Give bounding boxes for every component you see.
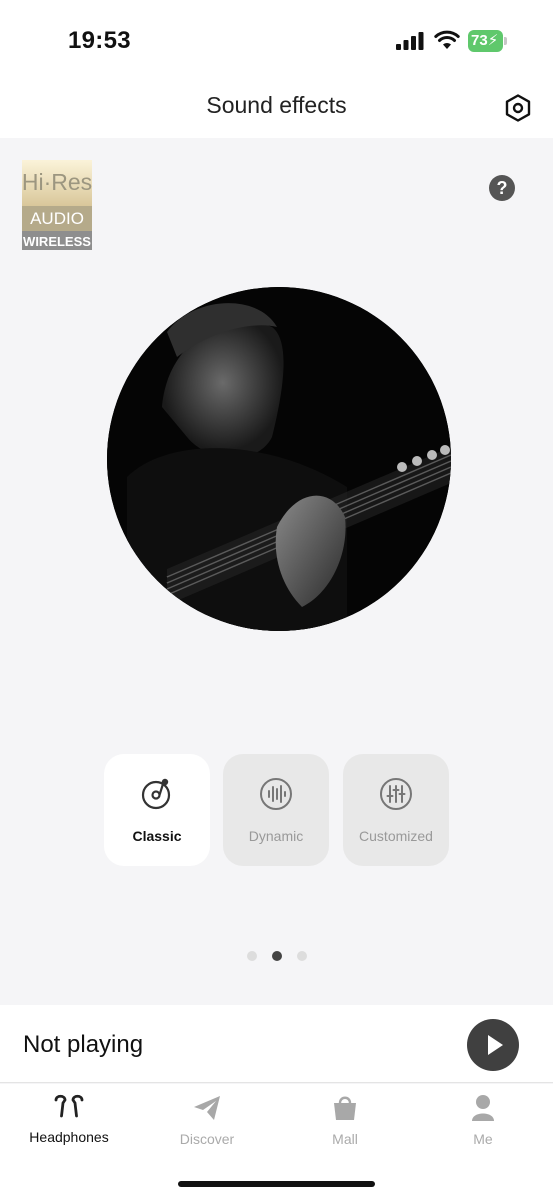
- tab-discover[interactable]: Discover: [138, 1094, 276, 1154]
- status-time: 19:53: [68, 27, 131, 54]
- nav-header: Sound effects: [0, 80, 553, 138]
- badge-line2: AUDIO: [30, 209, 84, 228]
- tab-label-headphones: Headphones: [29, 1129, 109, 1145]
- battery-indicator: 73⚡: [468, 30, 508, 52]
- sound-effect-artwork: [107, 287, 451, 631]
- battery-level: 73: [471, 32, 488, 49]
- help-button[interactable]: ?: [489, 175, 515, 201]
- tab-mall[interactable]: Mall: [276, 1094, 414, 1154]
- tab-label-mall: Mall: [332, 1131, 358, 1147]
- mode-label-dynamic: Dynamic: [248, 828, 304, 844]
- equalizer-icon: [380, 778, 412, 810]
- badge-line1: Hi·Res: [22, 169, 92, 195]
- mode-card-classic[interactable]: Classic: [104, 754, 210, 866]
- playback-status: Not playing: [23, 1031, 144, 1058]
- page-dot-1[interactable]: [247, 951, 257, 961]
- mode-card-customized[interactable]: Customized: [343, 754, 449, 866]
- hi-res-audio-wireless-logo: Hi·Res AUDIO WIRELESS: [22, 160, 92, 250]
- vinyl-note-icon: [141, 778, 171, 810]
- page-indicator: [245, 951, 309, 963]
- home-indicator: [178, 1181, 375, 1187]
- guitarist-photo: [107, 287, 451, 631]
- mode-label-classic: Classic: [132, 828, 182, 844]
- page-dot-3[interactable]: [297, 951, 307, 961]
- status-bar: 19:53 73⚡: [0, 0, 553, 80]
- charging-bolt-icon: ⚡: [487, 32, 499, 49]
- play-icon: [488, 1035, 503, 1055]
- settings-hexagon-icon[interactable]: [502, 92, 534, 124]
- mode-card-dynamic[interactable]: Dynamic: [223, 754, 329, 866]
- tab-me[interactable]: Me: [414, 1094, 552, 1154]
- tab-label-me: Me: [473, 1131, 493, 1147]
- shopping-bag-icon: [334, 1096, 356, 1120]
- now-playing-bar[interactable]: Not playing: [0, 1005, 553, 1083]
- tab-headphones[interactable]: Headphones: [0, 1094, 138, 1154]
- earbuds-icon: [54, 1094, 84, 1118]
- play-button[interactable]: [467, 1019, 519, 1071]
- mode-label-customized: Customized: [359, 828, 433, 844]
- tab-label-discover: Discover: [179, 1131, 235, 1147]
- badge-line3: WIRELESS: [23, 234, 91, 249]
- wifi-icon: [434, 30, 460, 49]
- page-dot-2[interactable]: [272, 951, 282, 961]
- person-icon: [472, 1095, 494, 1121]
- page-title: Sound effects: [206, 92, 347, 118]
- paper-plane-icon: [194, 1096, 220, 1120]
- soundwave-icon: [260, 778, 292, 810]
- cellular-signal-icon: [396, 32, 424, 50]
